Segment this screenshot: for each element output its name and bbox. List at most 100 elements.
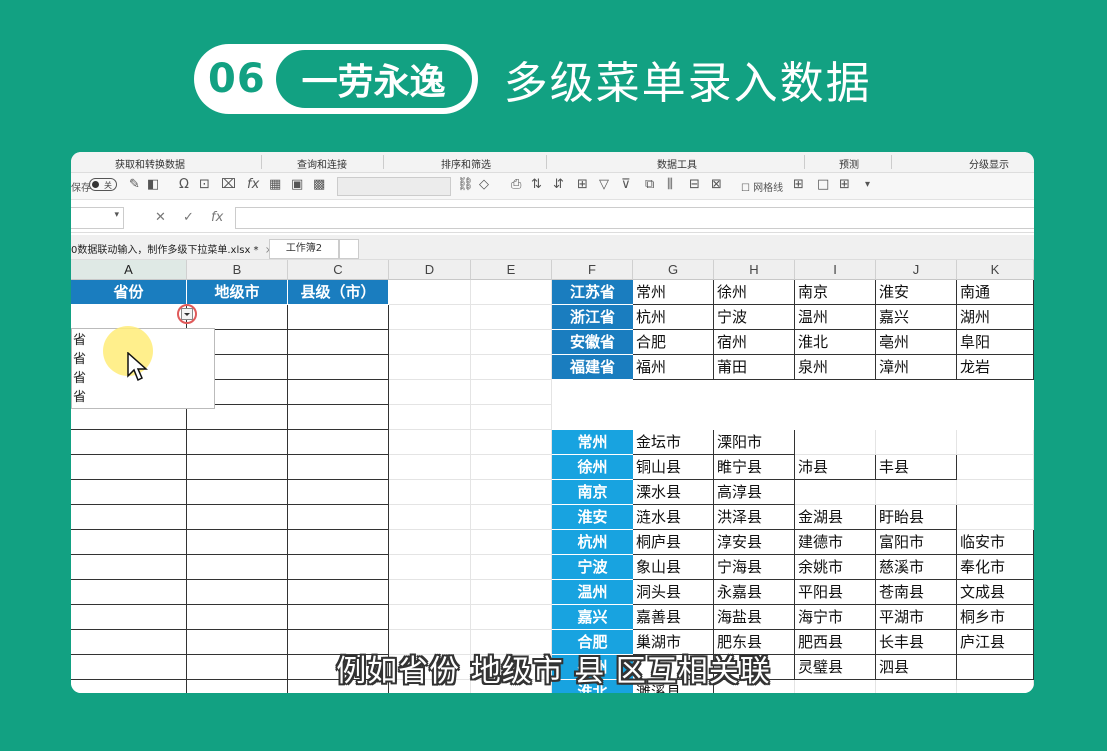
county-cell[interactable]: 奉化市	[957, 555, 1034, 580]
county-cell[interactable]: 宁海县	[714, 555, 795, 580]
county-cell[interactable]: 平湖市	[876, 605, 957, 630]
county-cell[interactable]: 洞头县	[633, 580, 714, 605]
column-header[interactable]: B	[187, 260, 288, 280]
county-cell[interactable]: 桐庐县	[633, 530, 714, 555]
style-combobox[interactable]	[337, 177, 451, 196]
table-icon[interactable]: ▦	[269, 177, 281, 192]
county-cell[interactable]: 平阳县	[795, 580, 876, 605]
grid-cell[interactable]	[389, 530, 471, 555]
city-cell[interactable]: 杭州	[633, 305, 714, 330]
city-cell[interactable]: 南京	[795, 280, 876, 305]
entry-cell[interactable]	[71, 605, 187, 630]
grid-cell[interactable]	[795, 430, 876, 455]
grid-cell[interactable]	[957, 505, 1034, 530]
county-cell[interactable]: 金坛市	[633, 430, 714, 455]
entry-cell[interactable]	[187, 605, 288, 630]
county-cell[interactable]: 富阳市	[876, 530, 957, 555]
entry-cell[interactable]	[288, 430, 389, 455]
grid-cell[interactable]	[957, 455, 1034, 480]
grid-cell[interactable]	[471, 355, 552, 380]
ribbon-group-outline[interactable]: 分级显示	[969, 156, 1009, 171]
entry-cell[interactable]	[71, 530, 187, 555]
duplicate-icon[interactable]: ⧉	[645, 177, 654, 192]
entry-cell[interactable]	[288, 580, 389, 605]
advanced-filter-icon[interactable]: ⊽	[621, 177, 631, 192]
eraser-icon[interactable]: ◇	[479, 177, 489, 192]
county-cell[interactable]: 盱眙县	[876, 505, 957, 530]
entry-cell[interactable]	[71, 430, 187, 455]
county-cell[interactable]: 苍南县	[876, 580, 957, 605]
city-cell[interactable]: 徐州	[714, 280, 795, 305]
grid-cell[interactable]	[389, 605, 471, 630]
entry-cell[interactable]	[71, 480, 187, 505]
textbox-icon[interactable]: ▣	[291, 177, 303, 192]
merge-icon[interactable]: ⊟	[689, 177, 700, 192]
ribbon-group-data-tools[interactable]: 数据工具	[657, 156, 697, 171]
formula-input[interactable]	[235, 207, 1034, 229]
dropdown-option[interactable]: 省	[73, 369, 86, 388]
entry-cell[interactable]	[71, 455, 187, 480]
confirm-icon[interactable]: ✓	[183, 210, 194, 225]
city-cell[interactable]: 莆田	[714, 355, 795, 380]
grid-cell[interactable]	[471, 605, 552, 630]
county-cell[interactable]: 海宁市	[795, 605, 876, 630]
entry-cell[interactable]	[187, 305, 288, 330]
sort-desc-icon[interactable]: ⇵	[553, 177, 564, 192]
clear-format-icon[interactable]: ⌧	[221, 177, 236, 192]
filter-icon[interactable]: ▽	[599, 177, 609, 192]
entry-cell[interactable]	[187, 530, 288, 555]
more-icon[interactable]: ▾	[865, 179, 870, 190]
grid-cell[interactable]	[389, 555, 471, 580]
new-tab-button[interactable]	[339, 239, 359, 259]
pivot-icon[interactable]: ⊞	[577, 177, 588, 192]
split-icon[interactable]: ⫼	[667, 177, 673, 192]
city-cell[interactable]: 淮北	[795, 330, 876, 355]
county-cell[interactable]: 余姚市	[795, 555, 876, 580]
grid-cell[interactable]	[389, 455, 471, 480]
entry-cell[interactable]	[187, 430, 288, 455]
county-cell[interactable]: 建德市	[795, 530, 876, 555]
city-cell[interactable]: 淮安	[876, 280, 957, 305]
entry-cell[interactable]	[187, 580, 288, 605]
function-icon[interactable]: fx	[211, 210, 223, 225]
grid-cell[interactable]	[471, 530, 552, 555]
county-cell[interactable]: 沛县	[795, 455, 876, 480]
county-cell[interactable]: 铜山县	[633, 455, 714, 480]
entry-cell[interactable]	[187, 555, 288, 580]
entry-cell[interactable]	[71, 555, 187, 580]
city-cell[interactable]: 亳州	[876, 330, 957, 355]
grid-cell[interactable]	[389, 405, 471, 430]
file-tab-active[interactable]: 0数据联动输入，制作多级下拉菜单.xlsx * ×	[71, 241, 273, 256]
column-header[interactable]: F	[552, 260, 633, 280]
entry-cell[interactable]	[288, 505, 389, 530]
grid-cell[interactable]	[957, 480, 1034, 505]
county-cell[interactable]: 慈溪市	[876, 555, 957, 580]
city-cell[interactable]: 合肥	[633, 330, 714, 355]
grid-cell[interactable]	[389, 330, 471, 355]
grid-cell[interactable]	[471, 580, 552, 605]
grid-cell[interactable]	[389, 505, 471, 530]
column-header[interactable]: D	[389, 260, 471, 280]
grid-cell[interactable]	[471, 280, 552, 305]
entry-cell[interactable]	[288, 330, 389, 355]
print-icon[interactable]: ⎙	[511, 177, 521, 192]
entry-cell[interactable]	[288, 555, 389, 580]
city-cell[interactable]: 宁波	[714, 305, 795, 330]
county-cell[interactable]: 嘉善县	[633, 605, 714, 630]
sort-asc-icon[interactable]: ⇅	[531, 177, 542, 192]
grid-cell[interactable]	[389, 580, 471, 605]
grid-cell[interactable]	[471, 430, 552, 455]
grid-cell[interactable]	[389, 280, 471, 305]
county-cell[interactable]: 淳安县	[714, 530, 795, 555]
file-tab-workbook2[interactable]: 工作簿2	[269, 239, 339, 259]
county-cell[interactable]: 海盐县	[714, 605, 795, 630]
ribbon-group-query[interactable]: 查询和连接	[297, 156, 347, 171]
grid-cell[interactable]	[389, 355, 471, 380]
grid-cell[interactable]	[795, 480, 876, 505]
grid-cell[interactable]	[876, 430, 957, 455]
city-cell[interactable]: 温州	[795, 305, 876, 330]
column-header[interactable]: G	[633, 260, 714, 280]
grid-cell[interactable]	[389, 305, 471, 330]
border-icon[interactable]: ⊞	[793, 177, 804, 192]
validation-icon[interactable]: ⊠	[711, 177, 722, 192]
